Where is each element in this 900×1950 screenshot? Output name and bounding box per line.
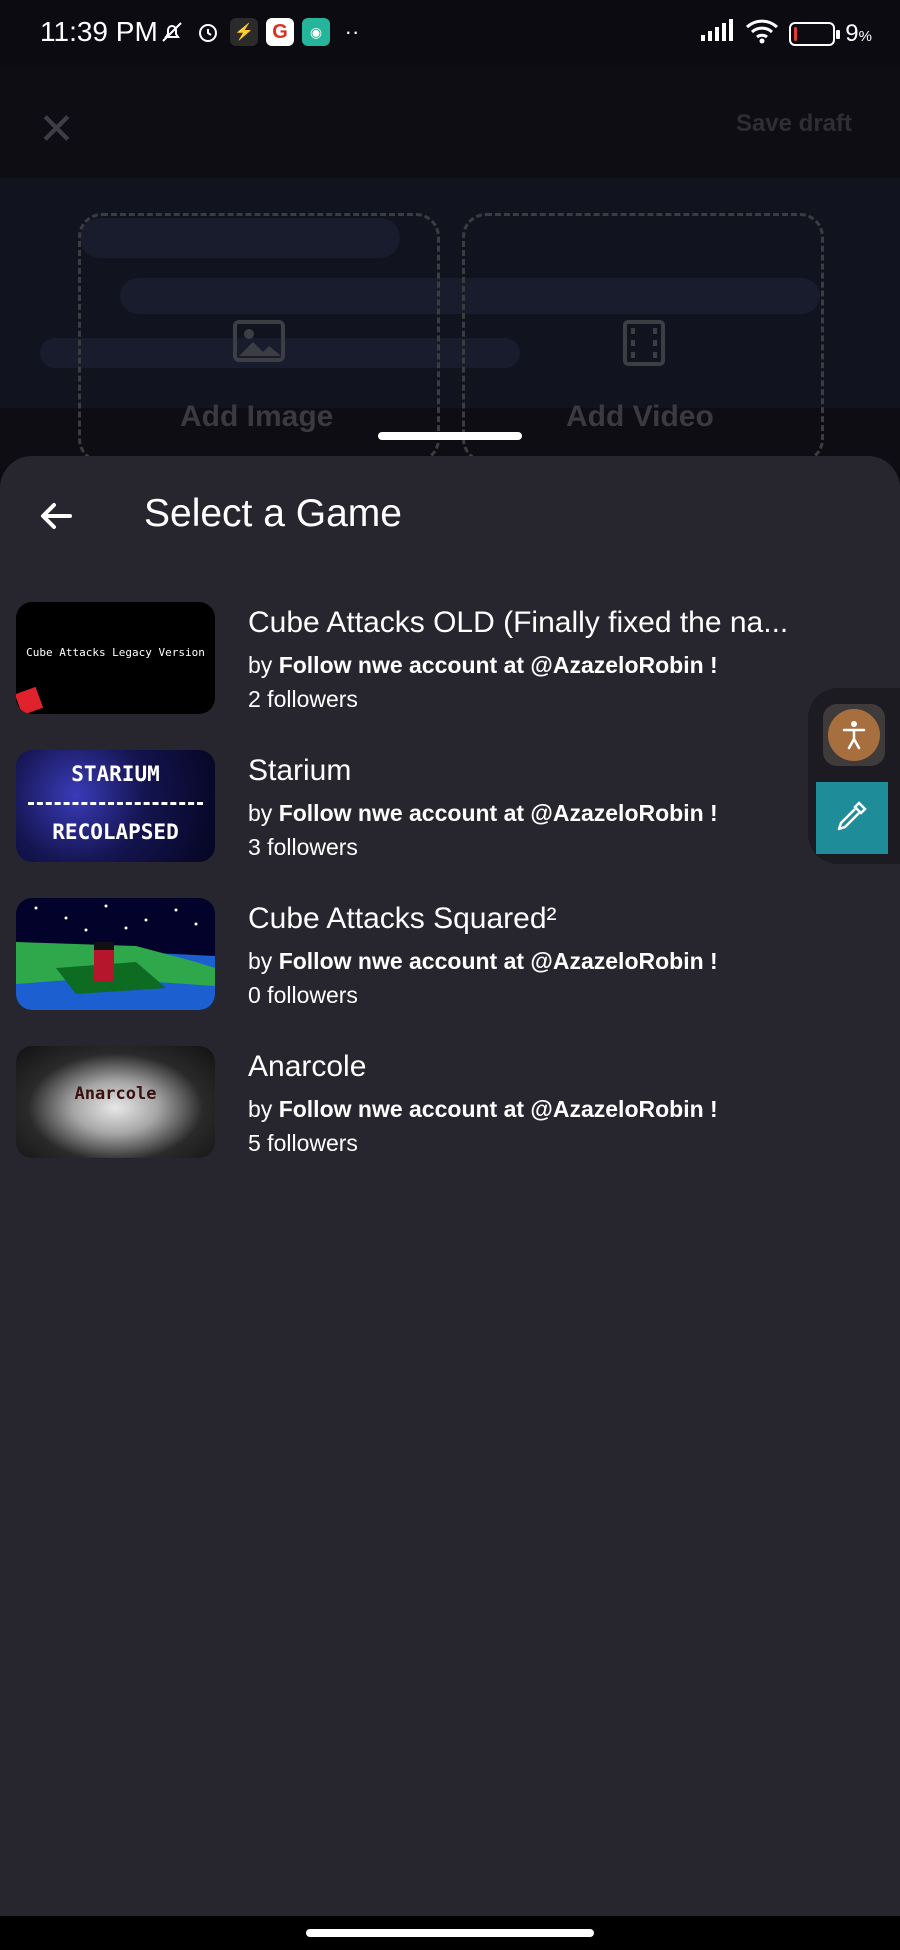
wifi-icon xyxy=(745,18,779,49)
signal-icon xyxy=(699,19,735,48)
notification-icons: ⚡ G ◉ ·· xyxy=(158,18,366,46)
thumbnail-text-bottom: RECOLAPSED xyxy=(52,820,179,844)
game-list-item[interactable]: STARIUM RECOLAPSED Starium by Follow nwe… xyxy=(0,750,900,870)
game-author: by Follow nwe account at @AzazeloRobin ! xyxy=(248,652,718,678)
game-followers: 3 followers xyxy=(248,834,358,860)
thumbnail-text: Cube Attacks Legacy Version xyxy=(26,646,205,659)
game-title: Starium xyxy=(248,754,352,787)
game-followers: 5 followers xyxy=(248,1130,358,1156)
battery-percent: 9% xyxy=(845,19,872,47)
game-thumbnail: STARIUM RECOLAPSED xyxy=(16,750,215,862)
battery-level xyxy=(794,26,798,41)
thumbnail-text-top: STARIUM xyxy=(71,762,160,786)
game-followers: 2 followers xyxy=(248,686,358,712)
eyedropper-icon xyxy=(835,799,869,838)
add-image-label: Add Image xyxy=(180,400,334,433)
accessibility-button[interactable] xyxy=(823,704,885,766)
red-cube-icon xyxy=(16,686,44,714)
add-video-label: Add Video xyxy=(566,400,714,433)
game-author: by Follow nwe account at @AzazeloRobin ! xyxy=(248,800,718,826)
game-thumbnail: Cube Attacks Legacy Version xyxy=(16,602,215,714)
game-author: by Follow nwe account at @AzazeloRobin ! xyxy=(248,1096,718,1122)
status-bar: 11:39 PM ⚡ G ◉ ·· 9% xyxy=(0,0,900,68)
more-dots-icon: ·· xyxy=(344,19,360,44)
game-list-item[interactable]: Cube Attacks Squared² by Follow nwe acco… xyxy=(0,898,900,1018)
hotspot-app-icon: ◉ xyxy=(302,18,330,46)
editor-backdrop[interactable]: ✕ Save draft Add Image Add Video xyxy=(0,68,900,468)
image-icon xyxy=(233,320,285,372)
sheet-drag-handle[interactable] xyxy=(378,432,522,440)
home-indicator[interactable] xyxy=(306,1929,594,1937)
system-status: 9% xyxy=(699,18,872,49)
game-thumbnail: Anarcole xyxy=(16,1046,215,1158)
game-thumbnail xyxy=(16,898,215,1010)
alarm-icon xyxy=(194,18,222,46)
select-game-sheet: Select a Game Cube Attacks Legacy Versio… xyxy=(0,456,900,1916)
thumbnail-divider xyxy=(28,802,203,805)
game-list-item[interactable]: Cube Attacks Legacy Version Cube Attacks… xyxy=(0,602,900,722)
game-list-item[interactable]: Anarcole Anarcole by Follow nwe account … xyxy=(0,1046,900,1166)
status-time: 11:39 PM xyxy=(40,16,158,47)
film-icon xyxy=(623,320,665,376)
battery-icon xyxy=(789,21,841,46)
color-picker-button[interactable] xyxy=(816,782,888,854)
accessibility-icon xyxy=(828,709,880,761)
arrow-left-icon[interactable] xyxy=(36,496,76,536)
sheet-title: Select a Game xyxy=(144,492,402,535)
close-icon[interactable]: ✕ xyxy=(38,104,75,155)
google-icon: G xyxy=(266,18,294,46)
game-title: Cube Attacks Squared² xyxy=(248,902,557,935)
thumbnail-text: Anarcole xyxy=(74,1084,157,1104)
game-author: by Follow nwe account at @AzazeloRobin ! xyxy=(248,948,718,974)
bolt-app-icon: ⚡ xyxy=(230,18,258,46)
bell-off-icon xyxy=(158,18,186,46)
save-draft-button[interactable]: Save draft xyxy=(736,110,852,138)
game-followers: 0 followers xyxy=(248,982,358,1008)
game-title: Cube Attacks OLD (Finally fixed the na..… xyxy=(248,606,789,639)
game-title: Anarcole xyxy=(248,1050,367,1083)
